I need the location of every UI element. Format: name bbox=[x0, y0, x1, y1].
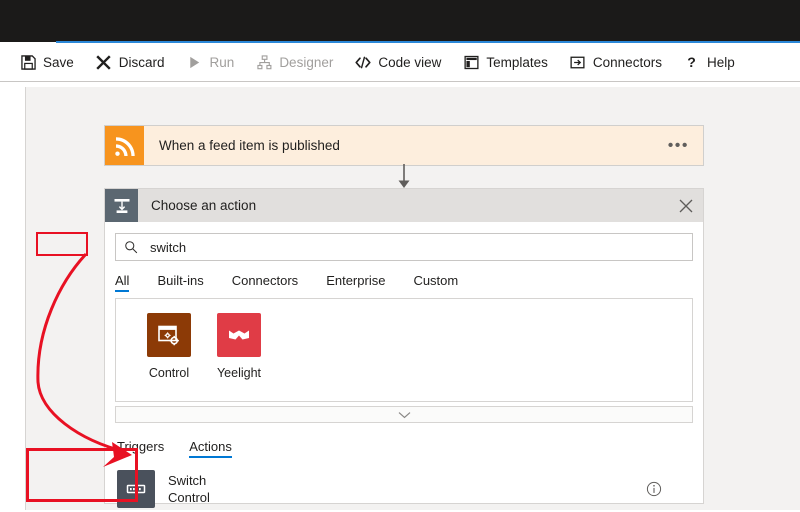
tab-built-ins[interactable]: Built-ins bbox=[157, 273, 203, 292]
action-result-row[interactable]: Switch Control bbox=[117, 466, 693, 512]
connectors-icon bbox=[570, 54, 586, 70]
save-button[interactable]: Save bbox=[20, 54, 74, 70]
help-label: Help bbox=[706, 54, 735, 70]
svg-text:?: ? bbox=[688, 55, 697, 70]
connector-tile-control[interactable]: Control bbox=[134, 313, 204, 380]
discard-label: Discard bbox=[118, 54, 165, 70]
run-icon bbox=[187, 54, 203, 70]
connectors-label: Connectors bbox=[592, 54, 662, 70]
flow-connector-arrow bbox=[389, 164, 419, 190]
connector-tiles: Control Yeelight bbox=[115, 298, 693, 402]
connector-tile-label: Control bbox=[148, 366, 190, 380]
designer-button[interactable]: Designer bbox=[256, 54, 333, 70]
code-view-label: Code view bbox=[378, 54, 442, 70]
connector-tile-yeelight[interactable]: Yeelight bbox=[204, 313, 274, 380]
tab-enterprise[interactable]: Enterprise bbox=[326, 273, 385, 292]
trigger-title: When a feed item is published bbox=[159, 138, 340, 153]
save-label: Save bbox=[43, 54, 74, 70]
connectors-button[interactable]: Connectors bbox=[570, 54, 662, 70]
search-icon bbox=[116, 234, 146, 260]
designer-label: Designer bbox=[279, 54, 334, 70]
search-input-value: switch bbox=[150, 239, 187, 255]
tab-all[interactable]: All bbox=[115, 273, 130, 292]
templates-label: Templates bbox=[486, 54, 548, 70]
connector-tile-label: Yeelight bbox=[216, 366, 262, 380]
designer-icon bbox=[256, 54, 272, 70]
help-button[interactable]: ? Help bbox=[684, 54, 735, 70]
search-input[interactable]: switch bbox=[115, 233, 693, 261]
action-result-name: Switch bbox=[168, 473, 207, 488]
tab-custom[interactable]: Custom bbox=[413, 273, 458, 292]
rss-icon bbox=[105, 126, 144, 165]
category-tabs: All Built-ins Connectors Enterprise Cust… bbox=[115, 268, 703, 292]
tab-triggers[interactable]: Triggers bbox=[117, 439, 164, 458]
run-label: Run bbox=[209, 54, 235, 70]
choose-action-panel: Choose an action switch All Built-ins Co… bbox=[104, 188, 704, 508]
code-view-icon bbox=[355, 54, 371, 70]
trigger-card[interactable]: When a feed item is published ••• bbox=[104, 125, 704, 166]
insert-action-icon bbox=[105, 189, 138, 222]
run-button[interactable]: Run bbox=[187, 54, 235, 70]
trigger-more-button[interactable]: ••• bbox=[668, 137, 689, 153]
info-icon[interactable] bbox=[643, 478, 665, 500]
panel-header: Choose an action bbox=[105, 189, 703, 222]
yeelight-icon bbox=[217, 313, 261, 357]
save-icon bbox=[20, 54, 36, 70]
discard-button[interactable]: Discard bbox=[96, 54, 165, 70]
code-view-button[interactable]: Code view bbox=[355, 54, 441, 70]
panel-title: Choose an action bbox=[151, 198, 257, 213]
templates-icon bbox=[463, 54, 479, 70]
tab-actions[interactable]: Actions bbox=[189, 439, 232, 458]
expand-connectors-button[interactable] bbox=[115, 406, 693, 423]
action-result-text: Switch Control bbox=[168, 472, 643, 506]
result-tabs: Triggers Actions bbox=[117, 435, 703, 458]
templates-button[interactable]: Templates bbox=[463, 54, 548, 70]
close-icon[interactable] bbox=[669, 189, 703, 222]
control-icon bbox=[147, 313, 191, 357]
app-header-bar bbox=[0, 0, 800, 42]
tab-connectors[interactable]: Connectors bbox=[232, 273, 298, 292]
action-result-subtitle: Control bbox=[168, 490, 210, 505]
discard-icon bbox=[96, 54, 112, 70]
switch-icon bbox=[117, 470, 155, 508]
command-toolbar: Save Discard Run Designer Code view Temp… bbox=[0, 43, 800, 82]
chevron-down-icon bbox=[398, 406, 411, 424]
help-icon: ? bbox=[684, 54, 700, 70]
